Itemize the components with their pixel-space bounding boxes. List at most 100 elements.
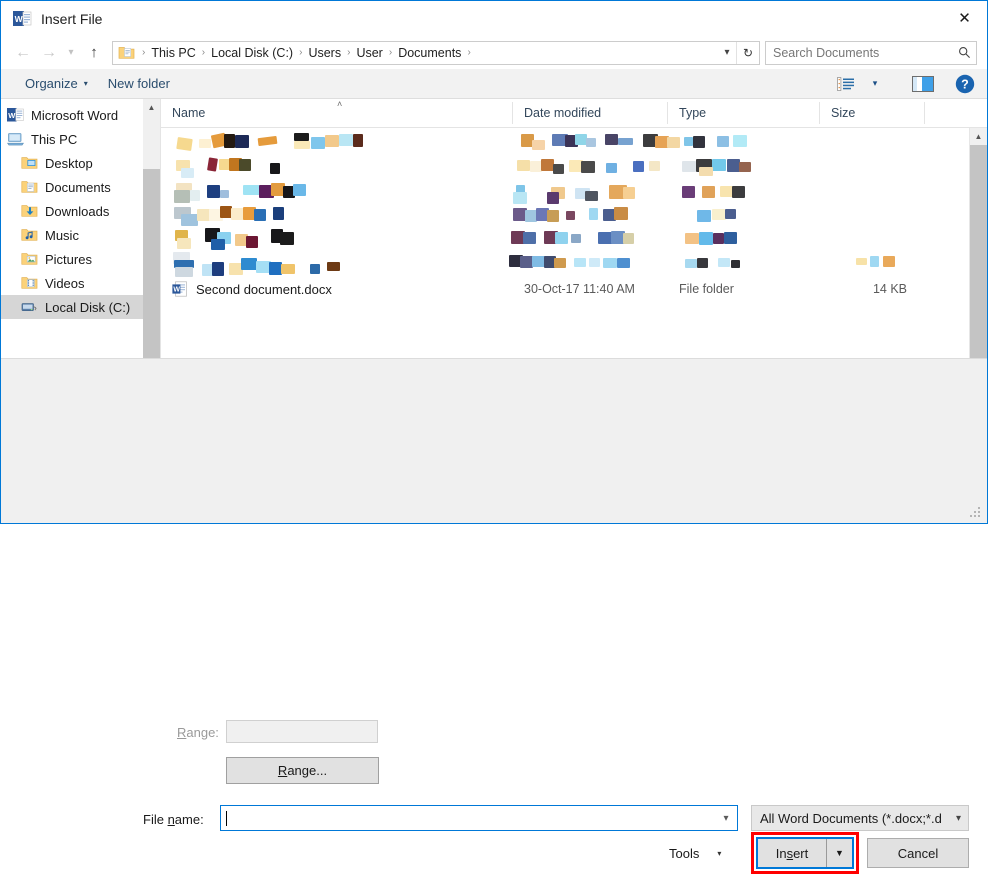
breadcrumb-item-local-disk[interactable]: Local Disk (C:) (208, 46, 296, 60)
redacted-block (175, 267, 193, 277)
redacted-block (717, 136, 729, 147)
up-arrow-icon[interactable]: ↑ (80, 40, 108, 66)
refresh-icon[interactable]: ↻ (736, 41, 759, 64)
organize-label: Organize (25, 76, 78, 91)
redacted-block (682, 161, 696, 172)
file-list-scroll-track[interactable] (970, 145, 987, 358)
redacted-block (211, 239, 225, 250)
range-button[interactable]: Range... (226, 757, 379, 784)
scroll-up-arrow-icon[interactable]: ▲ (970, 128, 987, 145)
sidebar-item-microsoft-word[interactable]: W Microsoft Word (1, 103, 143, 127)
breadcrumb-separator: › (299, 47, 303, 58)
file-name-cell: W Second document.docx (161, 281, 513, 297)
new-folder-button[interactable]: New folder (98, 72, 180, 96)
redacted-block (702, 186, 715, 198)
redacted-block (311, 137, 325, 149)
sidebar-item-label: Local Disk (C:) (45, 299, 131, 315)
insert-dropdown-arrow-icon[interactable]: ▼ (826, 839, 852, 867)
scroll-up-arrow-icon[interactable]: ▲ (143, 99, 160, 116)
column-header-date-modified[interactable]: Date modified (513, 102, 668, 124)
sidebar-item-desktop[interactable]: Desktop (1, 151, 143, 175)
table-row[interactable]: W Second document.docx 30-Oct-17 11:40 A… (161, 278, 969, 300)
cancel-button[interactable]: Cancel (867, 838, 969, 868)
sidebar-list: W Microsoft Word This PC Desktop Documen… (1, 99, 143, 358)
range-input[interactable] (226, 720, 378, 743)
column-header-name[interactable]: Name ˄ (161, 99, 513, 124)
sidebar-scrollbar[interactable]: ▲ (143, 99, 160, 358)
breadcrumb-item-user[interactable]: User (353, 46, 385, 60)
redacted-block (181, 168, 194, 178)
preview-pane-icon[interactable] (909, 72, 937, 96)
svg-text:W: W (15, 14, 24, 24)
redacted-block (235, 135, 249, 148)
sidebar-item-label: Microsoft Word (31, 107, 119, 123)
breadcrumb-item-documents[interactable]: Documents (395, 46, 464, 60)
insert-button[interactable]: In s ert ▼ (756, 837, 854, 869)
view-chevron-down-icon[interactable]: ▾ (861, 72, 889, 96)
column-header-type[interactable]: Type (668, 102, 820, 124)
file-name-input[interactable]: ▾ (220, 805, 738, 831)
file-list-scroll-thumb[interactable] (970, 145, 987, 358)
redacted-block (532, 140, 545, 150)
file-list-scrollbar[interactable]: ▲ (969, 128, 987, 358)
redacted-block (273, 207, 284, 220)
file-size-cell: 14 KB (872, 282, 907, 296)
column-header-size[interactable]: Size (820, 102, 925, 124)
redacted-block (856, 258, 867, 265)
resize-grip[interactable] (970, 507, 982, 519)
close-icon[interactable]: ✕ (942, 1, 987, 35)
search-box[interactable]: Search Documents (765, 40, 977, 65)
sidebar-item-this-pc[interactable]: This PC (1, 127, 143, 151)
sidebar-item-label: Music (45, 227, 79, 243)
file-rows[interactable]: W Second document.docx 30-Oct-17 11:40 A… (161, 128, 969, 358)
help-icon[interactable]: ? (951, 72, 979, 96)
file-name-chevron-down-icon[interactable]: ▾ (715, 807, 737, 829)
search-input[interactable]: Search Documents (766, 46, 952, 60)
address-chevron-down-icon[interactable]: ▾ (718, 42, 736, 64)
breadcrumb-item-users[interactable]: Users (305, 46, 344, 60)
redacted-block (547, 192, 559, 204)
downloads-folder-icon (21, 203, 38, 219)
file-type-filter-combo[interactable]: All Word Documents (*.docx;*.d ▾ (751, 805, 969, 831)
redacted-block (517, 160, 530, 171)
sort-ascending-icon: ˄ (337, 99, 343, 109)
sidebar-item-documents[interactable]: Documents (1, 175, 143, 199)
search-icon (952, 46, 976, 59)
sidebar-scroll-thumb[interactable] (143, 169, 160, 358)
redacted-block (685, 233, 699, 244)
redacted-block (523, 232, 536, 244)
sidebar-item-videos[interactable]: Videos (1, 271, 143, 295)
word-document-icon: W (172, 281, 188, 297)
redacted-block (199, 139, 211, 148)
local-disk-icon (21, 299, 38, 315)
redacted-block (697, 210, 711, 222)
recent-locations-chevron-down-icon[interactable]: ▾ (62, 40, 80, 66)
view-options-icon[interactable] (831, 72, 859, 96)
sidebar-item-downloads[interactable]: Downloads (1, 199, 143, 223)
breadcrumb-item-this-pc[interactable]: This PC (148, 46, 198, 60)
redacted-block (713, 233, 724, 244)
redacted-block (294, 141, 310, 149)
sidebar-scroll-track[interactable] (143, 116, 160, 358)
text-caret (226, 810, 227, 826)
redacted-block (327, 262, 340, 271)
sidebar-item-pictures[interactable]: Pictures (1, 247, 143, 271)
redacted-block (293, 184, 306, 196)
file-type-filter-value: All Word Documents (*.docx;*.d (760, 810, 942, 826)
redacted-block (353, 134, 363, 147)
forward-arrow-icon[interactable]: → (36, 40, 62, 66)
sidebar-item-music[interactable]: Music (1, 223, 143, 247)
address-bar[interactable]: › This PC › Local Disk (C:) › Users › Us… (112, 40, 760, 65)
tools-button[interactable]: Tools ▾ (669, 840, 721, 867)
window-title: Insert File (41, 10, 103, 27)
sidebar-item-label: Downloads (45, 203, 110, 219)
redacted-block (633, 161, 644, 172)
insert-button-label[interactable]: In s ert (758, 839, 826, 867)
sidebar-item-local-disk-c[interactable]: Local Disk (C:) (1, 295, 143, 319)
back-arrow-icon[interactable]: ← (10, 40, 36, 66)
column-header-label: Size (831, 106, 856, 120)
documents-folder-icon (118, 45, 135, 60)
breadcrumb-separator: › (142, 47, 146, 58)
redacted-block (733, 135, 747, 147)
organize-button[interactable]: Organize ▾ (15, 72, 98, 96)
